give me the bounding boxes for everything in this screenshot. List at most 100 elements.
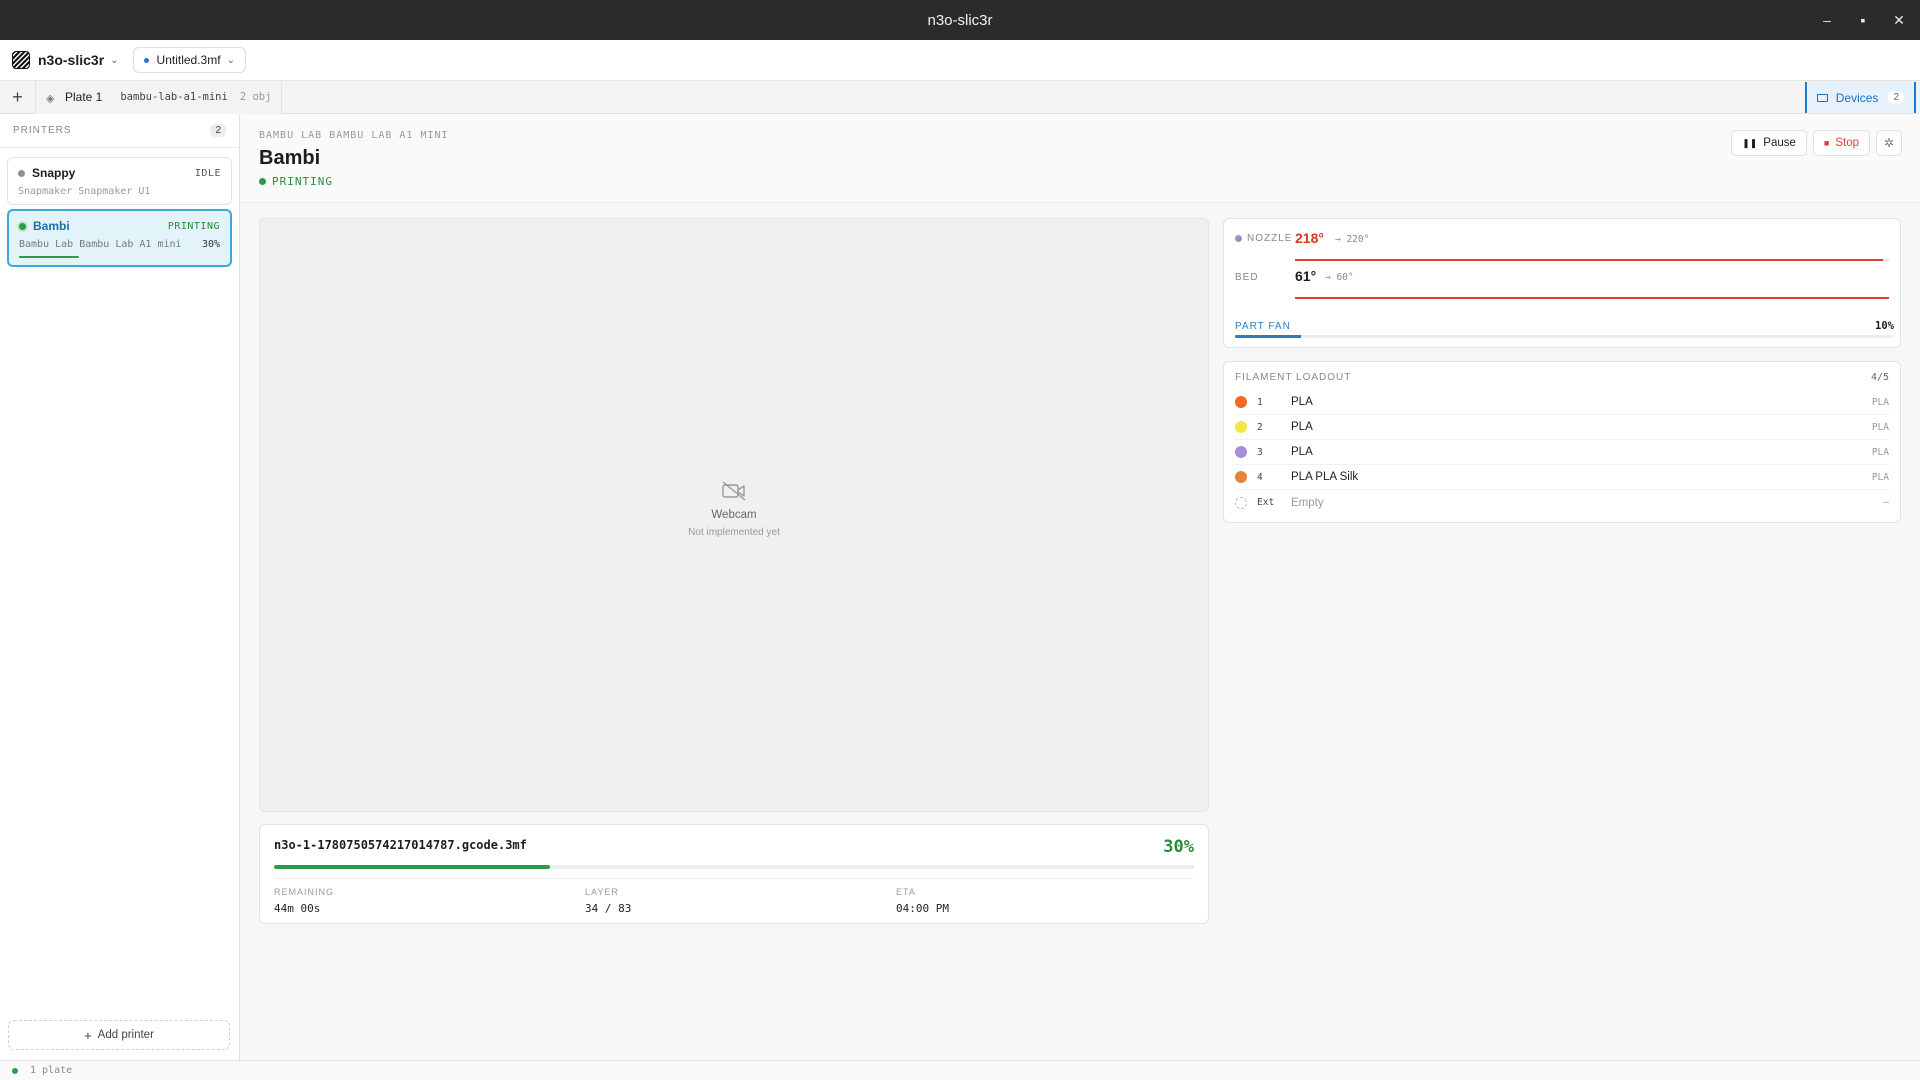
printer-status-dot: [19, 222, 26, 230]
eta-label: ETA: [896, 887, 916, 897]
add-printer-button[interactable]: + Add printer: [8, 1020, 230, 1050]
webcam-title: Webcam: [711, 509, 757, 521]
eta-value: 04:00 PM: [896, 902, 949, 915]
status-badge: PRINTING: [259, 175, 333, 188]
monitor-icon: [1816, 93, 1828, 102]
nozzle-temp: 218°: [1295, 230, 1324, 246]
status-dot: [12, 1067, 18, 1074]
plate-profile: bambu-lab-a1-mini: [120, 91, 228, 103]
bed-target: → 60°: [1325, 272, 1354, 283]
devices-label: Devices: [1835, 90, 1879, 105]
add-printer-label: Add printer: [97, 1029, 154, 1041]
status-dot: [259, 178, 266, 185]
layers-icon: ◈: [46, 92, 55, 105]
plus-icon: +: [12, 86, 23, 107]
nozzle-target: → 220°: [1335, 234, 1370, 245]
stop-button[interactable]: ■ Stop: [1812, 130, 1870, 156]
filament-slot-row[interactable]: 4 PLA PLA Silk PLA: [1235, 465, 1889, 490]
nozzle-temp-bar: [1295, 259, 1889, 261]
file-status-dot: [143, 57, 149, 63]
filament-slot-number: 3: [1257, 446, 1263, 458]
settings-button[interactable]: ✲: [1876, 130, 1902, 156]
printers-sidebar: PRINTERS 2 Snappy IDLE Snapmaker Snapmak…: [0, 114, 240, 1060]
filament-type: PLA: [1871, 421, 1889, 433]
filament-type: —: [1883, 497, 1889, 508]
fan-bar: [1235, 335, 1893, 338]
window-titlebar: n3o-slic3r – ▪ ✕: [0, 0, 1920, 40]
filament-slot-row[interactable]: 1 PLA PLA: [1235, 390, 1889, 415]
filament-color-swatch: [1235, 471, 1247, 483]
printer-count-badge: 2: [210, 124, 226, 137]
printer-model-subtitle: BAMBU LAB BAMBU LAB A1 MINI: [259, 130, 449, 141]
job-remaining: REMAINING 44m 00s: [274, 887, 334, 915]
app-name[interactable]: n3o-slic3r: [38, 52, 104, 68]
bed-label: BED: [1235, 272, 1259, 283]
printer-detail: BAMBU LAB BAMBU LAB A1 MINI Bambi PRINTI…: [241, 114, 1920, 1060]
close-icon[interactable]: ✕: [1892, 12, 1906, 29]
printer-progress-text: 30%: [201, 239, 220, 250]
remaining-value: 44m 00s: [274, 902, 321, 915]
filament-color-swatch: [1235, 496, 1247, 509]
app-logo-icon: [12, 51, 30, 69]
add-plate-button[interactable]: +: [0, 80, 36, 114]
stop-icon: ■: [1823, 138, 1830, 148]
pause-label: Pause: [1763, 137, 1796, 149]
job-progress-fill: [274, 865, 550, 869]
filament-name: Empty: [1291, 496, 1324, 509]
filament-type: PLA: [1871, 471, 1889, 483]
printer-progress-bar: [19, 256, 79, 258]
fan-value: 10%: [1875, 320, 1894, 332]
detail-header: BAMBU LAB BAMBU LAB A1 MINI Bambi PRINTI…: [241, 114, 1920, 203]
tab-devices[interactable]: Devices 2: [1804, 82, 1916, 113]
devices-count-badge: 2: [1888, 91, 1904, 104]
file-selector[interactable]: Untitled.3mf ⌄: [132, 47, 246, 73]
print-job-card: n3o-1-1780750574217014787.gcode.3mf 30% …: [259, 824, 1209, 924]
remaining-label: REMAINING: [274, 887, 335, 897]
filament-color-swatch: [1235, 396, 1247, 408]
camera-off-icon: [721, 481, 747, 501]
temperature-panel: NOZZLE 218° → 220° BED 61° → 60° PART FA…: [1223, 218, 1901, 348]
job-percent: 30%: [1163, 837, 1194, 857]
plate-name: Plate 1: [65, 90, 103, 104]
filament-type: PLA: [1871, 446, 1889, 458]
webcam-panel: Webcam Not implemented yet: [259, 218, 1209, 812]
printer-card-snappy[interactable]: Snappy IDLE Snapmaker Snapmaker U1: [7, 157, 232, 205]
pause-icon: ❚❚: [1742, 137, 1758, 148]
minimize-icon[interactable]: –: [1820, 12, 1834, 28]
filament-slot-number: 4: [1257, 471, 1263, 483]
printer-status-dot: [18, 169, 25, 177]
tab-plate-1[interactable]: ◈ Plate 1 bambu-lab-a1-mini 2 obj: [36, 80, 283, 114]
filament-slot-row[interactable]: 3 PLA PLA: [1235, 440, 1889, 465]
filament-slot-row[interactable]: 2 PLA PLA: [1235, 415, 1889, 440]
filament-type: PLA: [1871, 396, 1889, 408]
printer-status: PRINTING: [167, 220, 220, 232]
chevron-down-icon: ⌄: [226, 54, 235, 66]
pause-button[interactable]: ❚❚ Pause: [1731, 130, 1807, 156]
maximize-icon[interactable]: ▪: [1856, 12, 1870, 28]
printer-status: IDLE: [194, 167, 221, 179]
nozzle-label: NOZZLE: [1235, 233, 1292, 244]
printer-model: Bambu Lab Bambu Lab A1 mini: [19, 239, 182, 250]
layer-value: 34 / 83: [585, 902, 632, 915]
nozzle-dot: [1235, 235, 1242, 242]
filament-color-swatch: [1235, 421, 1247, 433]
stop-label: Stop: [1835, 137, 1859, 149]
printer-model: Snapmaker Snapmaker U1: [18, 186, 151, 197]
filament-panel: FILAMENT LOADOUT 4/5 1 PLA PLA 2 PLA PLA 3 PLA P…: [1223, 361, 1901, 523]
filament-slot-row[interactable]: Ext Empty —: [1235, 490, 1889, 515]
filament-heading: FILAMENT LOADOUT: [1235, 372, 1352, 383]
fan-label: PART FAN: [1235, 321, 1291, 332]
filament-color-swatch: [1235, 446, 1247, 458]
layer-label: LAYER: [585, 887, 619, 897]
status-bar: 1 plate: [0, 1060, 1920, 1080]
filament-name: PLA: [1291, 446, 1313, 458]
window-controls: – ▪ ✕: [1820, 0, 1906, 40]
plate-object-count: 2 obj: [239, 91, 272, 103]
chevron-down-icon[interactable]: ⌄: [110, 55, 118, 66]
filament-slot-number: 2: [1257, 421, 1263, 433]
printer-card-bambi[interactable]: Bambi PRINTING Bambu Lab Bambu Lab A1 mi…: [7, 209, 232, 267]
plus-icon: +: [84, 1027, 92, 1043]
filament-count: 4/5: [1870, 372, 1889, 383]
webcam-subtitle: Not implemented yet: [688, 527, 780, 538]
job-layer: LAYER 34 / 83: [585, 887, 631, 915]
